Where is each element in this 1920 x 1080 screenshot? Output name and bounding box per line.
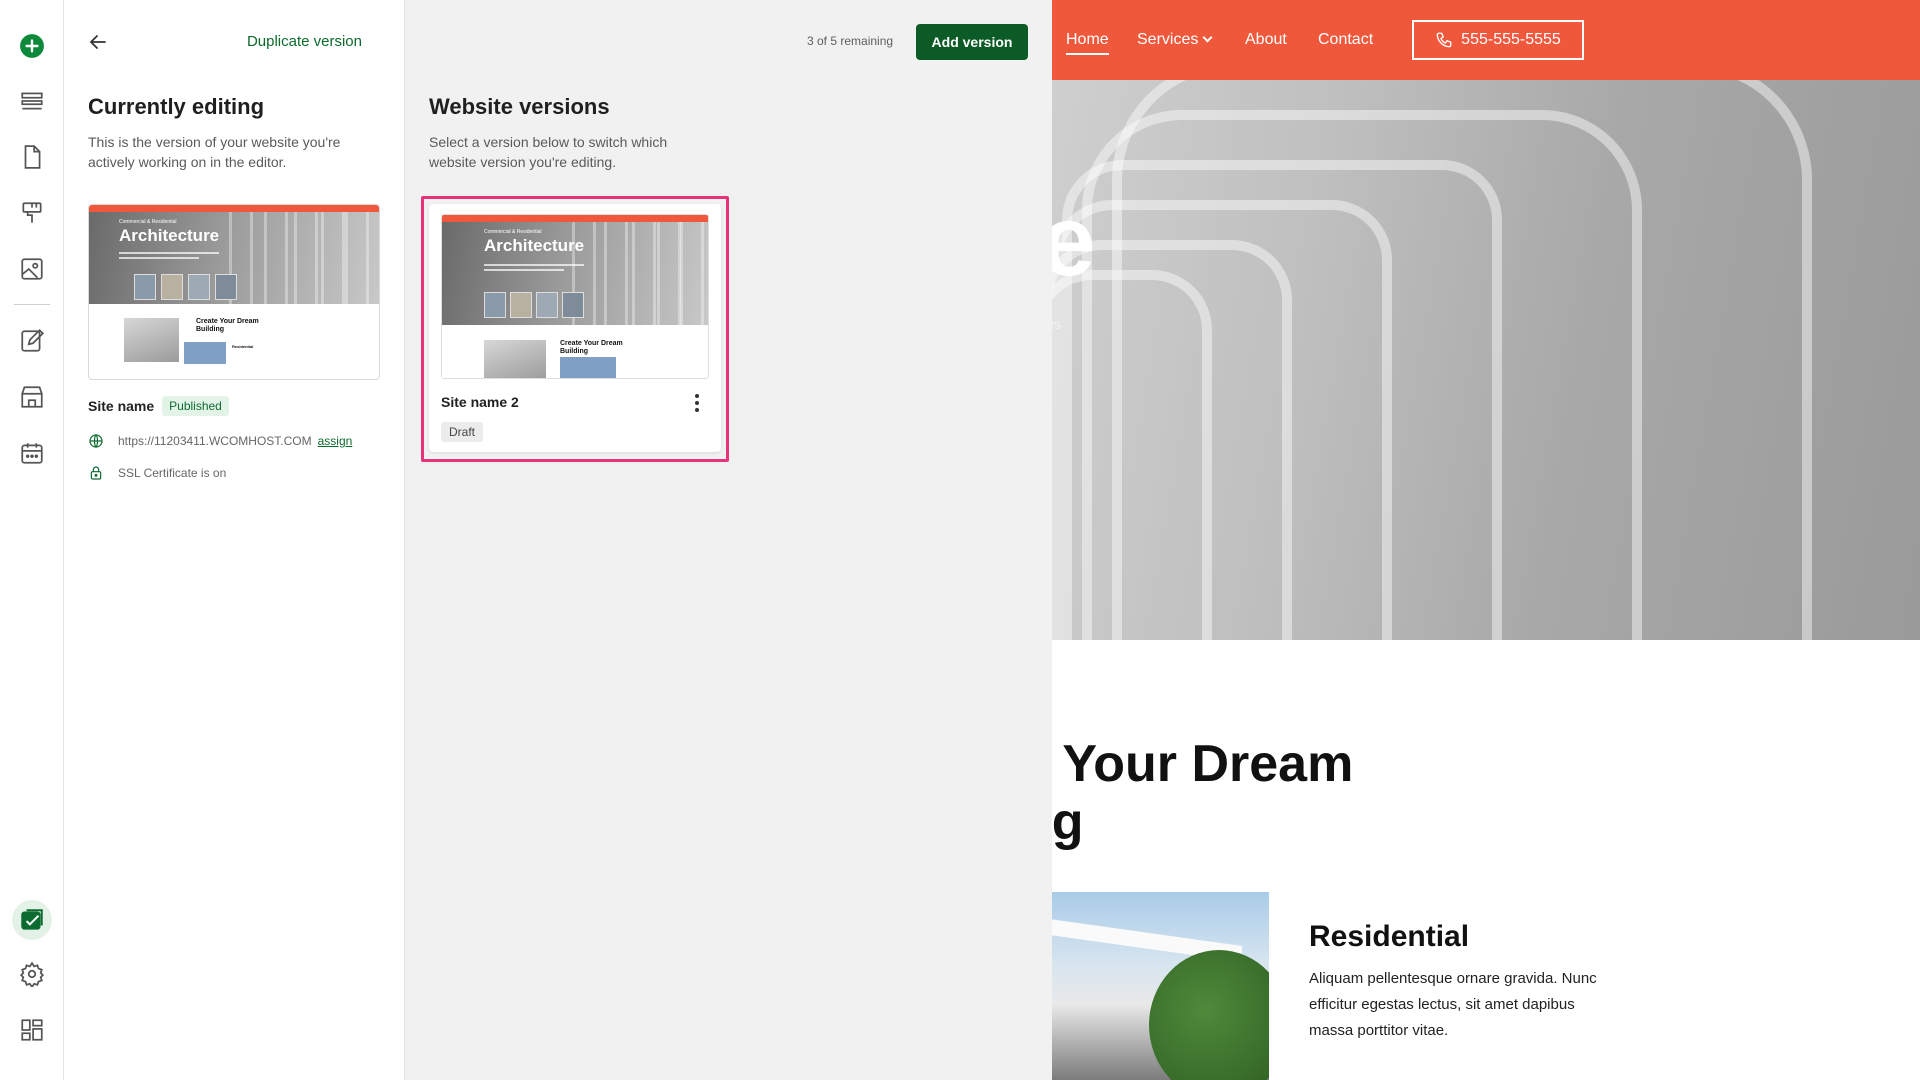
lock-icon	[90, 466, 102, 480]
residential-title: Residential	[1309, 920, 1470, 953]
store-icon[interactable]	[16, 381, 48, 413]
theme-icon[interactable]	[16, 197, 48, 229]
currently-editing-panel: Duplicate version Currently editing This…	[64, 0, 405, 1080]
version-mini-heading: Create Your Dream Building	[560, 340, 623, 355]
rail-divider	[14, 304, 50, 305]
hero-image: e gs	[1052, 80, 1920, 640]
nav-services-label: Services	[1137, 31, 1199, 48]
nav-home[interactable]: Home	[1066, 31, 1109, 55]
nav-services[interactable]: Services	[1137, 31, 1213, 49]
mini-hero: Commercial & Residential Architecture	[89, 212, 379, 304]
add-version-button[interactable]: Add version	[916, 24, 1028, 60]
residential-text: Aliquam pellentesque ornare gravida. Nun…	[1309, 970, 1597, 1039]
mini-heading: Create Your Dream Building	[196, 318, 259, 333]
site-nav-bar: Home Services About Contact 555-555-5555	[1052, 0, 1920, 80]
panel-title: Currently editing	[88, 94, 265, 119]
sections-icon[interactable]	[16, 85, 48, 117]
pages-icon[interactable]	[16, 141, 48, 173]
site-url: https://11203411.WCOMHOST.COM	[118, 434, 312, 448]
phone-number: 555-555-5555	[1461, 31, 1561, 48]
website-versions-panel: 3 of 5 remaining Add version Website ver…	[405, 0, 1052, 1080]
version-mini-title: Architecture	[484, 236, 585, 255]
ssl-row: SSL Certificate is on	[88, 465, 226, 481]
mini-nav	[89, 205, 379, 212]
hero-sub-fragment: gs	[1052, 316, 1061, 332]
more-options-icon[interactable]	[687, 392, 707, 414]
residential-image	[1052, 892, 1269, 1080]
blog-icon[interactable]	[16, 325, 48, 357]
back-arrow-icon[interactable]	[86, 30, 110, 54]
hero-heading-fragment: e	[1052, 185, 1096, 297]
mini-title: Architecture	[119, 226, 220, 245]
nav-contact[interactable]: Contact	[1318, 31, 1373, 49]
phone-icon	[1436, 32, 1452, 48]
mini-subtitle: Commercial & Residential	[119, 219, 177, 225]
add-icon[interactable]	[16, 30, 48, 62]
versions-remaining: 3 of 5 remaining	[807, 34, 894, 48]
versions-icon[interactable]	[16, 904, 48, 936]
icon-rail	[0, 0, 64, 1080]
version-card[interactable]: Commercial & Residential Architecture Cr…	[429, 204, 721, 452]
version-thumbnail: Commercial & Residential Architecture Cr…	[441, 214, 709, 379]
site-name-row: Site name Published	[88, 396, 229, 416]
url-row: https://11203411.WCOMHOST.COM assign	[88, 433, 352, 449]
version-name: Site name 2	[441, 394, 519, 410]
version-mini-subtitle: Commercial & Residential	[484, 229, 542, 235]
versions-description: Select a version below to switch which w…	[429, 134, 668, 170]
settings-icon[interactable]	[16, 958, 48, 990]
phone-button[interactable]: 555-555-5555	[1412, 20, 1584, 60]
section-heading: e Your Dream ng	[1052, 735, 1354, 851]
globe-icon	[89, 434, 103, 448]
assign-link[interactable]: assign	[318, 434, 353, 448]
versions-title: Website versions	[429, 94, 610, 119]
mini-body: Create Your Dream Building Residential	[89, 304, 379, 364]
mini-residential: Residential	[232, 344, 254, 349]
calendar-icon[interactable]	[16, 437, 48, 469]
nav-about[interactable]: About	[1245, 31, 1287, 49]
site-name: Site name	[88, 398, 155, 414]
duplicate-version-link[interactable]: Duplicate version	[247, 33, 362, 50]
media-icon[interactable]	[16, 253, 48, 285]
published-badge: Published	[162, 396, 229, 416]
chevron-down-icon	[1202, 32, 1213, 43]
panel-description: This is the version of your website you'…	[88, 134, 341, 170]
current-site-preview[interactable]: Commercial & Residential Architecture Cr…	[88, 204, 380, 380]
ssl-status: SSL Certificate is on	[118, 466, 227, 480]
website-preview: e gs Home Services About Contact 555-555…	[1052, 0, 1920, 1080]
apps-icon[interactable]	[16, 1014, 48, 1046]
draft-badge: Draft	[441, 422, 484, 442]
